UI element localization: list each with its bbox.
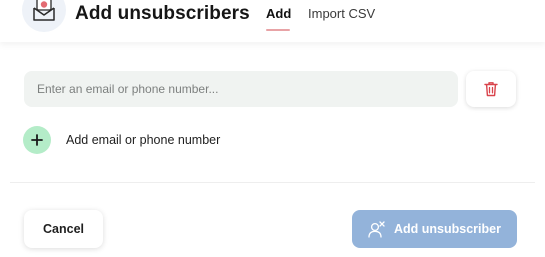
add-email-phone-button[interactable]: Add email or phone number [23,126,220,154]
delete-entry-button[interactable] [466,71,516,107]
envelope-icon [22,0,66,32]
add-unsubscriber-label: Add unsubscriber [394,222,501,236]
active-tab-indicator [266,29,290,31]
email-phone-input[interactable] [24,71,458,107]
footer-divider [10,182,535,183]
cancel-button[interactable]: Cancel [24,210,103,248]
add-unsubscribers-modal: Add unsubscribers Add Import CSV Add ema… [0,0,545,257]
tab-import-csv[interactable]: Import CSV [308,6,375,21]
plus-icon [23,126,51,154]
trash-icon [484,81,498,97]
user-remove-icon [368,220,386,238]
tab-add[interactable]: Add [266,6,291,21]
modal-header: Add unsubscribers Add Import CSV [0,0,545,42]
add-unsubscriber-button[interactable]: Add unsubscriber [352,210,517,248]
modal-title: Add unsubscribers [75,3,250,24]
add-email-phone-label: Add email or phone number [66,133,221,147]
